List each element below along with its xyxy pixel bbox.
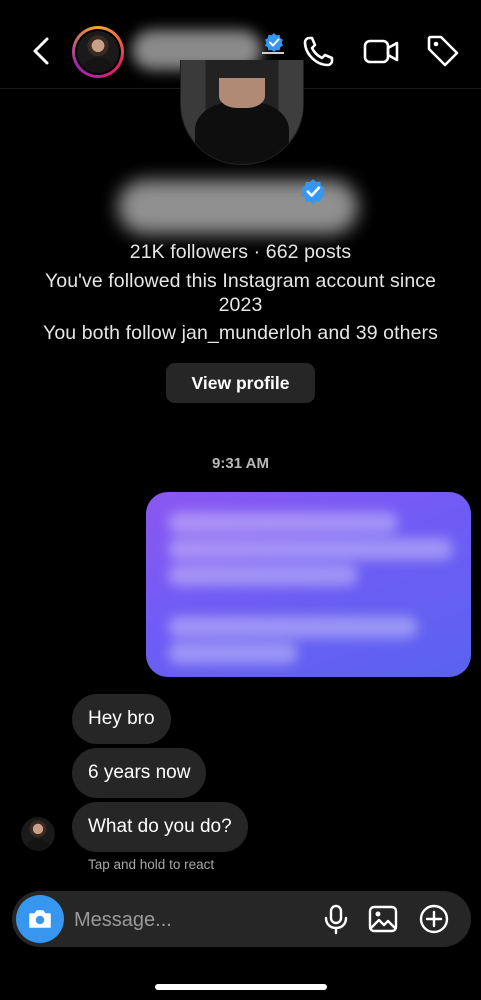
dm-screen: 21K followers · 662 posts You've followe… [0, 0, 481, 1000]
microphone-icon[interactable] [320, 903, 352, 935]
name-underline [262, 52, 284, 54]
video-camera-icon[interactable] [362, 32, 400, 70]
react-hint: Tap and hold to react [88, 857, 215, 872]
follow-since-text: You've followed this Instagram account s… [44, 270, 437, 292]
sent-message-bubble[interactable] [146, 492, 471, 677]
profile-stats: 21K followers · 662 posts [129, 241, 352, 263]
mutual-followers-text: You both follow jan_munderloh and 39 oth… [43, 322, 438, 344]
verified-badge-icon [301, 179, 325, 204]
avatar-image [77, 31, 119, 73]
gallery-icon[interactable] [367, 903, 399, 935]
received-message[interactable]: What do you do? [72, 802, 248, 852]
camera-button[interactable] [16, 895, 64, 943]
received-message[interactable]: 6 years now [72, 748, 207, 798]
header-avatar[interactable] [72, 26, 124, 78]
chevron-left-icon[interactable] [26, 33, 56, 69]
profile-picture[interactable] [180, 60, 304, 165]
camera-icon [29, 910, 51, 928]
sender-avatar[interactable] [21, 817, 55, 851]
received-message[interactable]: Hey bro [72, 694, 171, 744]
view-profile-button[interactable]: View profile [166, 363, 315, 403]
avatar-image [21, 817, 55, 851]
message-composer [12, 891, 471, 947]
message-input[interactable] [72, 901, 316, 939]
tag-icon[interactable] [424, 32, 462, 70]
follow-since-year: 2023 [218, 294, 263, 316]
plus-circle-icon[interactable] [418, 903, 450, 935]
phone-icon[interactable] [300, 32, 338, 70]
verified-badge-icon [265, 33, 283, 52]
message-timestamp: 9:31 AM [212, 455, 269, 472]
home-indicator[interactable] [155, 984, 327, 990]
